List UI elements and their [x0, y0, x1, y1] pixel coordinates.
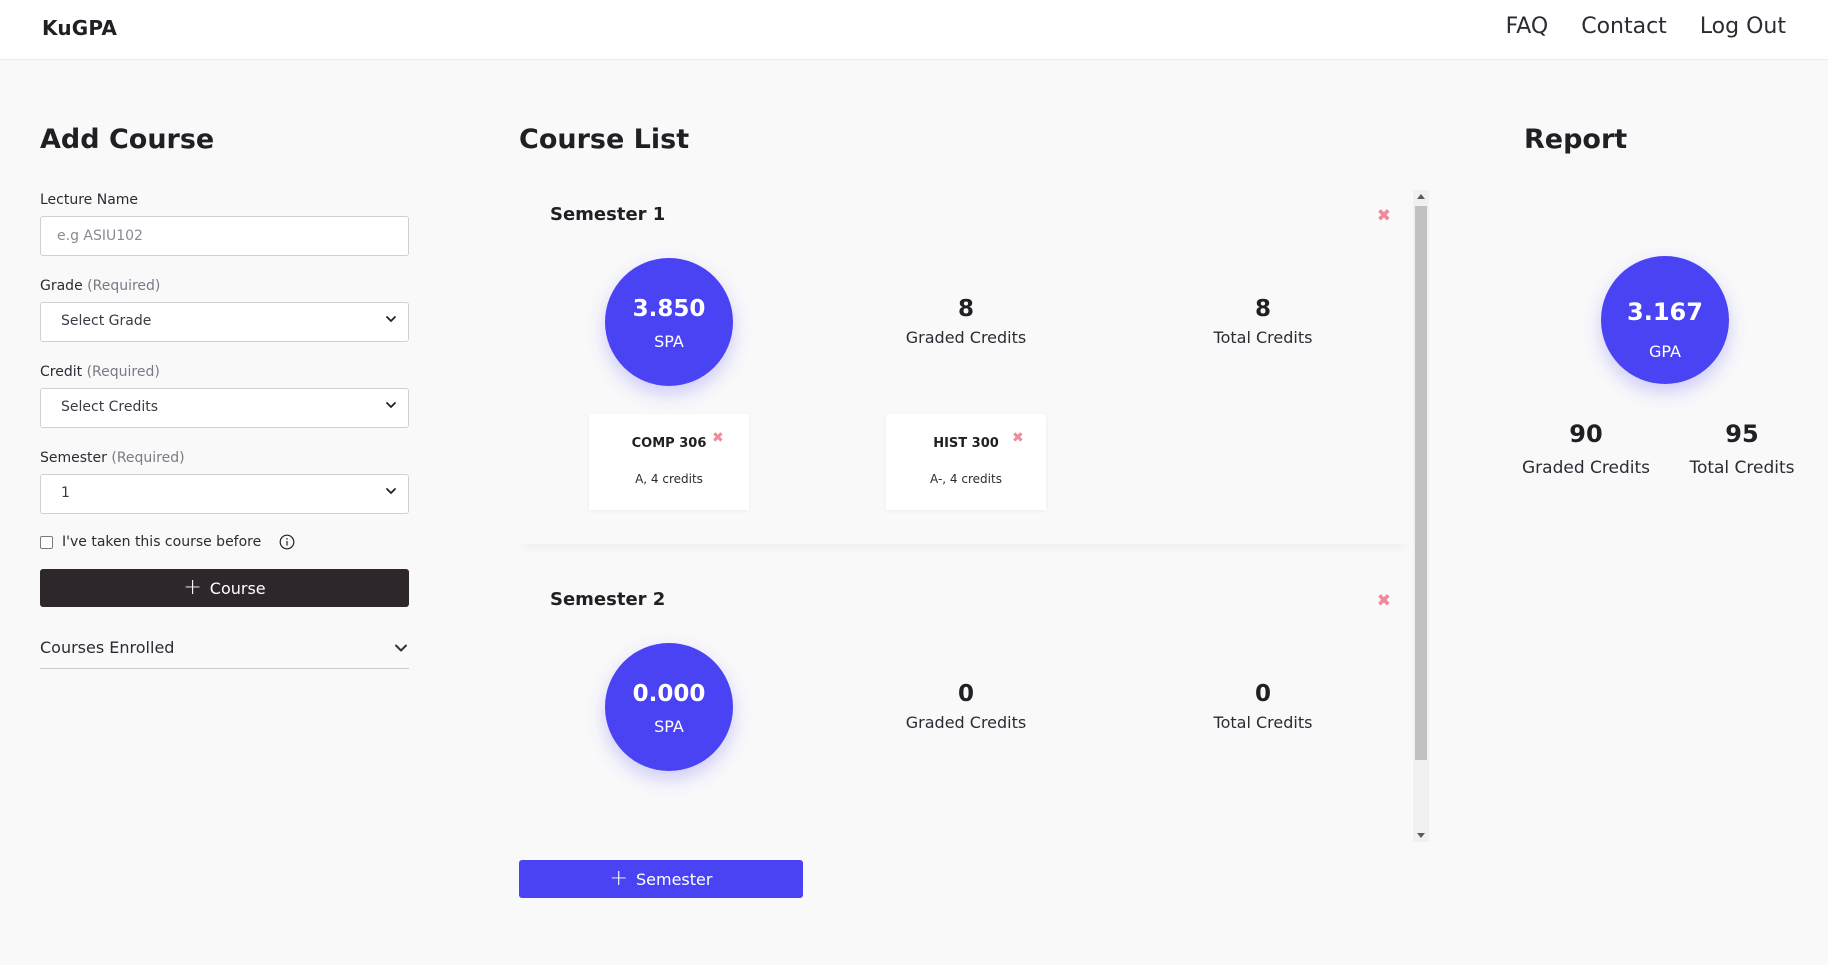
report-graded-credits-stat: 90 Graded Credits — [1506, 420, 1666, 478]
nav-link-contact[interactable]: Contact — [1581, 14, 1667, 39]
course-detail: A-, 4 credits — [930, 472, 1002, 486]
graded-credits-label: Graded Credits — [905, 328, 1027, 347]
semester-select[interactable]: 1 — [40, 474, 409, 514]
course-list-scroll-area[interactable]: Semester 1 ✖ 3.850 SPA 8 Graded Credits … — [519, 190, 1429, 842]
add-course-button-label: Course — [209, 578, 266, 598]
scroll-up-arrow-icon[interactable] — [1417, 194, 1425, 199]
close-x-icon[interactable]: ✖ — [1012, 430, 1024, 446]
gpa-circle: 3.167 GPA — [1601, 256, 1729, 384]
semester-title: Semester 1 — [550, 204, 666, 225]
nav-link-faq[interactable]: FAQ — [1506, 14, 1549, 39]
grade-required-hint: (Required) — [87, 278, 161, 294]
course-list-title: Course List — [519, 124, 690, 155]
total-credits-label: Total Credits — [1213, 713, 1313, 732]
semester-label-text: Semester — [40, 450, 107, 466]
course-detail: A, 4 credits — [635, 472, 703, 486]
report-title: Report — [1524, 124, 1628, 155]
brand-logo[interactable]: KuGPA — [42, 16, 117, 40]
add-course-title: Add Course — [40, 124, 215, 155]
report-graded-credits-label: Graded Credits — [1521, 458, 1650, 478]
semester-title: Semester 2 — [550, 589, 666, 610]
chevron-down-icon — [386, 488, 396, 494]
add-semester-button-label: Semester — [635, 869, 713, 889]
semester-required-hint: (Required) — [111, 450, 185, 466]
graded-credits-stat: 0 Graded Credits — [866, 681, 1066, 732]
lecture-name-input[interactable] — [40, 216, 409, 256]
credit-label-text: Credit — [40, 364, 83, 380]
spa-circle: 0.000 SPA — [605, 643, 733, 771]
plus-icon: + — [183, 575, 202, 600]
scrollbar-thumb[interactable] — [1415, 206, 1427, 760]
credit-label: Credit (Required) — [40, 362, 409, 382]
total-credits-stat: 8 Total Credits — [1163, 296, 1363, 347]
scroll-down-arrow-icon[interactable] — [1417, 833, 1425, 838]
course-code: COMP 306 — [631, 436, 707, 451]
total-credits-value: 0 — [1254, 681, 1271, 707]
credit-required-hint: (Required) — [86, 364, 160, 380]
report-graded-credits-value: 90 — [1569, 420, 1603, 448]
graded-credits-value: 0 — [957, 681, 974, 707]
course-card[interactable]: HIST 300 ✖ A-, 4 credits — [886, 414, 1046, 510]
total-credits-label: Total Credits — [1213, 328, 1313, 347]
navbar: KuGPA FAQ Contact Log Out — [0, 0, 1828, 60]
credit-select-value: Select Credits — [61, 399, 159, 415]
report-total-credits-stat: 95 Total Credits — [1662, 420, 1822, 478]
retake-checkbox[interactable] — [40, 535, 53, 549]
report-total-credits-value: 95 — [1725, 420, 1759, 448]
spa-circle: 3.850 SPA — [605, 258, 733, 386]
lecture-name-label: Lecture Name — [40, 190, 409, 210]
semester-label: Semester (Required) — [40, 448, 409, 468]
grade-label: Grade (Required) — [40, 276, 409, 296]
chevron-down-icon — [386, 316, 396, 322]
nav-links: FAQ Contact Log Out — [1506, 14, 1786, 39]
add-semester-button[interactable]: + Semester — [519, 860, 803, 898]
retake-label[interactable]: I've taken this course before — [62, 534, 261, 550]
total-credits-value: 8 — [1254, 296, 1271, 322]
course-list-scrollbar[interactable] — [1413, 190, 1429, 842]
graded-credits-value: 8 — [957, 296, 974, 322]
spa-label: SPA — [654, 717, 684, 736]
gpa-label: GPA — [1649, 342, 1681, 361]
semester-select-value: 1 — [61, 485, 70, 501]
course-card[interactable]: COMP 306 ✖ A, 4 credits — [589, 414, 749, 510]
close-x-icon[interactable]: ✖ — [712, 430, 724, 446]
nav-link-logout[interactable]: Log Out — [1700, 14, 1786, 39]
chevron-down-icon — [386, 402, 396, 408]
retake-row: I've taken this course before — [40, 532, 409, 552]
courses-enrolled-accordion[interactable]: Courses Enrolled — [40, 627, 409, 669]
lecture-name-label-text: Lecture Name — [40, 192, 139, 208]
report-total-credits-label: Total Credits — [1689, 458, 1795, 478]
graded-credits-stat: 8 Graded Credits — [866, 296, 1066, 347]
grade-label-text: Grade — [40, 278, 83, 294]
spa-value: 0.000 — [632, 681, 706, 707]
total-credits-stat: 0 Total Credits — [1163, 681, 1363, 732]
credit-select[interactable]: Select Credits — [40, 388, 409, 428]
info-icon[interactable] — [279, 534, 295, 550]
grade-select[interactable]: Select Grade — [40, 302, 409, 342]
chevron-down-icon — [395, 644, 407, 651]
gpa-value: 3.167 — [1627, 298, 1703, 326]
plus-icon: + — [609, 866, 628, 891]
spa-value: 3.850 — [632, 296, 706, 322]
close-x-icon[interactable]: ✖ — [1377, 206, 1391, 226]
courses-enrolled-label: Courses Enrolled — [40, 638, 175, 657]
add-course-button[interactable]: + Course — [40, 569, 409, 607]
grade-select-value: Select Grade — [61, 313, 152, 329]
graded-credits-label: Graded Credits — [905, 713, 1027, 732]
spa-label: SPA — [654, 332, 684, 351]
close-x-icon[interactable]: ✖ — [1377, 591, 1391, 611]
add-course-form: Lecture Name Grade (Required) Select Gra… — [40, 190, 409, 669]
